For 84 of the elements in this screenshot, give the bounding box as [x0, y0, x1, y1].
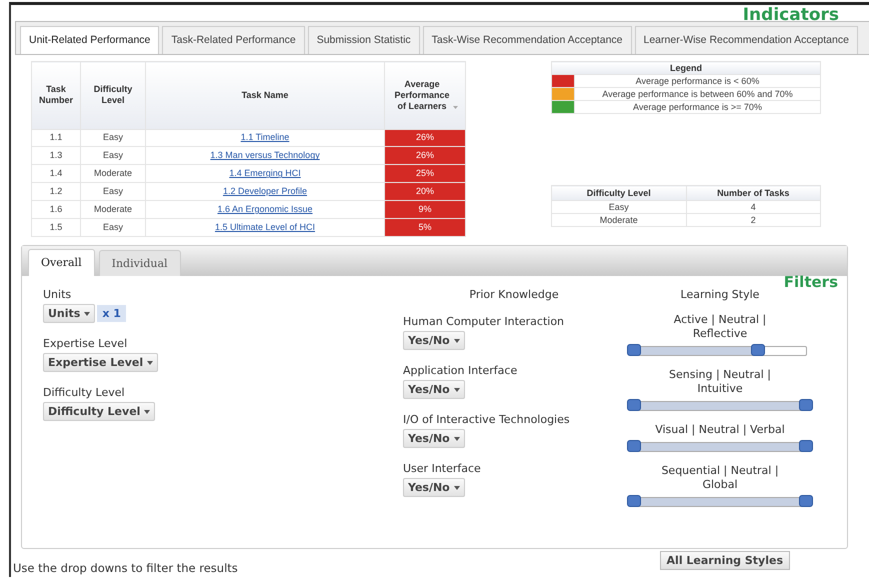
column-header: Task Number [38, 84, 74, 106]
filter-label: Units [43, 288, 72, 301]
performance-cell: 5% [384, 218, 466, 236]
dropdown[interactable]: Yes/No [403, 331, 465, 350]
filter-label: Expertise Level [43, 337, 128, 350]
range-slider[interactable] [625, 494, 815, 510]
table-cell: 1.3 [32, 146, 80, 165]
slider-handle[interactable] [627, 344, 641, 356]
all-learning-styles-button[interactable]: All Learning Styles [660, 551, 790, 570]
table-cell: Moderate [552, 214, 686, 226]
caret-icon [147, 360, 154, 365]
slider-label: Active | Neutral | Reflective [672, 313, 768, 341]
table-cell: Easy [80, 146, 146, 165]
hint-text: Use the drop downs to filter the results [13, 561, 238, 575]
table-cell: 1.5 [32, 218, 80, 236]
table-cell: 4 [686, 200, 820, 214]
dropdown[interactable]: Yes/No [403, 429, 465, 448]
caret-icon [84, 312, 90, 316]
table-cell: 1.2 [32, 182, 80, 201]
legend-text: Average performance is between 60% and 70% [574, 88, 820, 100]
filter-label: Difficulty Level [43, 386, 126, 399]
slider-handle[interactable] [627, 399, 641, 411]
slider-handle[interactable] [627, 495, 641, 507]
filter-label: User Interface [403, 462, 482, 475]
column-header: Task Name [242, 90, 288, 101]
column-header: Difficulty Level [552, 186, 686, 200]
table-cell: Easy [552, 200, 686, 214]
slider-handle[interactable] [799, 495, 813, 507]
slider-label: Visual | Neutral | Verbal [654, 423, 786, 437]
slider-handle[interactable] [627, 440, 641, 452]
table-cell: Moderate [80, 164, 146, 183]
slider-handle[interactable] [799, 399, 813, 411]
performance-cell: 20% [384, 182, 466, 201]
table-cell: 1.6 [32, 200, 80, 219]
tab[interactable]: Overall [28, 249, 95, 276]
column-header: Difficulty Level [92, 84, 134, 106]
slider-label: Sensing | Neutral | Intuitive [668, 368, 772, 396]
tab[interactable]: Task-Related Performance [162, 26, 305, 54]
caret-icon [454, 486, 460, 490]
tab[interactable]: Learner-Wise Recommendation Acceptance [634, 26, 858, 54]
slider-handle[interactable] [799, 440, 813, 452]
performance-cell: 26% [384, 146, 466, 165]
caret-icon [454, 436, 460, 441]
caret-icon [454, 388, 460, 392]
caret-icon [454, 338, 460, 343]
selection-chip[interactable]: x 1 [97, 305, 126, 322]
table-cell: 1.4 [32, 164, 80, 183]
dropdown[interactable]: Units [43, 304, 96, 323]
section-heading: Indicators [742, 5, 839, 25]
task-link[interactable]: 1.1 Timeline [240, 132, 290, 142]
table-cell: Easy [80, 218, 146, 236]
column-header: Legend [552, 62, 820, 74]
range-slider[interactable] [625, 439, 815, 455]
dropdown[interactable]: Yes/No [403, 380, 465, 399]
tab[interactable]: Task-Wise Recommendation Acceptance [422, 26, 632, 54]
table-cell: Easy [80, 182, 146, 201]
table-cell: Moderate [80, 200, 146, 219]
slider-handle[interactable] [750, 344, 765, 356]
dropdown[interactable]: Expertise Level [43, 353, 158, 372]
legend-text: Average performance is < 60% [574, 74, 820, 88]
performance-cell: 9% [384, 200, 466, 219]
column-header: Average Performance of Learners [393, 78, 451, 112]
column-title: Prior Knowledge [468, 288, 560, 301]
column-header: Number of Tasks [686, 186, 820, 200]
range-slider[interactable] [625, 398, 815, 414]
table-cell: Easy [80, 129, 146, 147]
slider-label: Sequential | Neutral | Global [660, 464, 780, 492]
section-heading: Filters [784, 273, 838, 291]
performance-cell: 26% [384, 129, 466, 147]
filter-label: Application Interface [403, 364, 518, 377]
table-cell: 1.1 [32, 129, 80, 147]
legend-text: Average performance is >= 70% [574, 100, 820, 114]
tab[interactable]: Unit-Related Performance [20, 26, 160, 54]
tab[interactable]: Submission Statistic [308, 26, 420, 54]
column-title: Learning Style [680, 288, 760, 301]
tab[interactable]: Individual [98, 250, 181, 276]
filter-label: I/O of Interactive Technologies [403, 413, 571, 426]
dropdown[interactable]: Yes/No [403, 478, 465, 497]
filter-label: Human Computer Interaction [403, 315, 566, 328]
performance-cell: 25% [384, 164, 466, 183]
task-link[interactable]: 1.4 Emerging HCI [229, 168, 301, 178]
table-cell: 2 [686, 214, 820, 226]
caret-icon [144, 410, 150, 414]
dropdown[interactable]: Difficulty Level [43, 402, 156, 421]
